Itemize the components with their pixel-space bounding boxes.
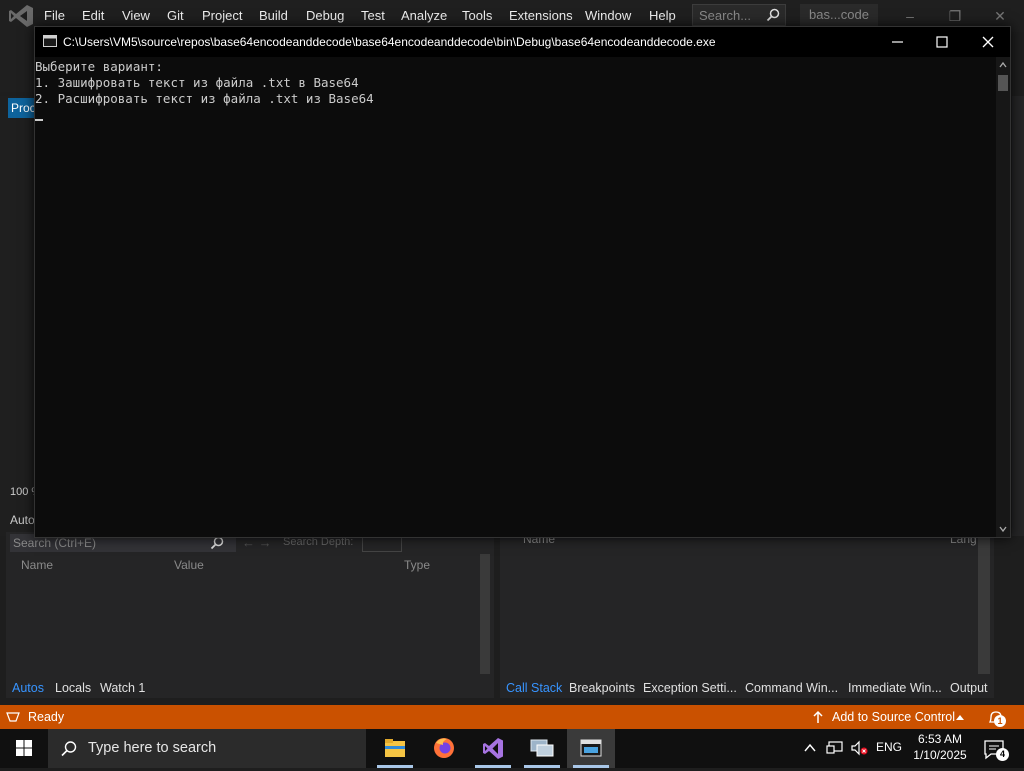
network-icon[interactable] (826, 740, 844, 756)
tab-output[interactable]: Output (950, 681, 988, 695)
vs-restore-icon[interactable]: ❐ (945, 6, 965, 26)
tab-project[interactable]: Proc (8, 98, 36, 118)
menu-edit[interactable]: Edit (82, 8, 104, 23)
tab-immediate-window[interactable]: Immediate Win... (848, 681, 942, 695)
menu-debug[interactable]: Debug (306, 8, 344, 23)
menu-build[interactable]: Build (259, 8, 288, 23)
console-line: Выберите вариант: (35, 59, 163, 74)
console-cursor (35, 119, 43, 121)
autos-title-fragment: Auto (10, 513, 35, 527)
column-name[interactable]: Name (21, 558, 53, 572)
search-icon (61, 741, 77, 757)
taskbar-search-box[interactable]: Type here to search (48, 729, 366, 768)
maximize-icon[interactable] (927, 32, 957, 52)
search-icon (766, 8, 780, 22)
console-title: C:\Users\VM5\source\repos\base64encodean… (63, 35, 716, 49)
input-language[interactable]: ENG (876, 740, 902, 754)
menu-analyze[interactable]: Analyze (401, 8, 447, 23)
output-window-icon[interactable] (6, 711, 20, 723)
autos-scrollbar[interactable] (480, 554, 490, 674)
column-value[interactable]: Value (174, 558, 204, 572)
scroll-down-icon[interactable] (999, 525, 1007, 533)
scroll-thumb[interactable] (998, 75, 1008, 91)
console-line: 1. Зашифровать текст из файла .txt в Bas… (35, 75, 359, 90)
vs-search-box[interactable]: Search... (692, 4, 786, 26)
clock[interactable]: 6:53 AM 1/10/2025 (905, 731, 975, 763)
add-to-source-control-button[interactable]: Add to Source Control (832, 710, 955, 724)
column-type[interactable]: Type (404, 558, 430, 572)
menu-extensions[interactable]: Extensions (509, 8, 573, 23)
solution-explorer-fragment (0, 96, 34, 536)
console-app-icon (43, 35, 57, 47)
tab-watch-1[interactable]: Watch 1 (100, 681, 145, 695)
console-output[interactable]: Выберите вариант: 1. Зашифровать текст и… (35, 57, 996, 537)
notification-count-badge: 4 (996, 748, 1009, 761)
menu-git[interactable]: Git (167, 8, 184, 23)
callstack-pane: Name Lang (500, 532, 994, 698)
windows-taskbar: Type here to search ENG 6:53 AM 1/10/202… (0, 729, 1024, 768)
notification-badge: 1 (994, 715, 1006, 727)
menu-view[interactable]: View (122, 8, 150, 23)
tab-exception-settings[interactable]: Exception Setti... (643, 681, 737, 695)
scroll-up-icon[interactable] (999, 61, 1007, 69)
volume-muted-icon[interactable] (850, 740, 868, 756)
right-panel-fragment (1012, 96, 1024, 536)
callstack-scrollbar[interactable] (978, 538, 990, 674)
tab-autos[interactable]: Autos (12, 681, 44, 695)
tab-locals[interactable]: Locals (55, 681, 91, 695)
search-depth-select[interactable] (362, 536, 402, 552)
status-text: Ready (28, 710, 65, 724)
menu-help[interactable]: Help (649, 8, 676, 23)
file-explorer-icon[interactable] (371, 729, 419, 768)
vs-search-placeholder: Search... (699, 8, 752, 23)
tab-breakpoints[interactable]: Breakpoints (569, 681, 635, 695)
network-app-icon[interactable] (518, 729, 566, 768)
search-icon[interactable] (210, 536, 224, 550)
arrow-up-icon (813, 710, 823, 723)
console-line: 2. Расшифровать текст из файла .txt из B… (35, 91, 374, 106)
vs-minimize-icon[interactable]: – (900, 6, 920, 26)
visual-studio-icon[interactable] (469, 729, 517, 768)
clock-time: 6:53 AM (917, 732, 963, 746)
menu-project[interactable]: Project (202, 8, 242, 23)
vs-close-icon[interactable]: ✕ (990, 6, 1010, 26)
tab-call-stack[interactable]: Call Stack (506, 681, 562, 695)
autos-search-placeholder: Search (Ctrl+E) (13, 536, 97, 550)
minimize-icon[interactable] (882, 32, 912, 52)
firefox-icon[interactable] (420, 729, 468, 768)
caret-up-icon[interactable] (956, 714, 964, 720)
console-titlebar[interactable]: C:\Users\VM5\source\repos\base64encodean… (35, 27, 1010, 57)
close-icon[interactable] (973, 32, 1003, 52)
status-bar: Ready Add to Source Control 1 (0, 705, 1024, 729)
console-app-icon[interactable] (567, 729, 615, 768)
autos-pane: Search (Ctrl+E) ← → Search Depth: Name V… (6, 532, 494, 698)
menu-tools[interactable]: Tools (462, 8, 492, 23)
solution-name[interactable]: bas...code (800, 4, 878, 26)
windows-start-icon[interactable] (0, 729, 48, 768)
console-scrollbar[interactable] (996, 57, 1010, 537)
menu-window[interactable]: Window (585, 8, 631, 23)
chevron-up-icon[interactable] (803, 741, 817, 755)
taskbar-search-placeholder: Type here to search (88, 740, 217, 756)
tab-command-window[interactable]: Command Win... (745, 681, 838, 695)
visual-studio-logo-icon (9, 5, 33, 27)
menu-file[interactable]: File (44, 8, 65, 23)
clock-date: 1/10/2025 (913, 748, 967, 762)
console-window[interactable]: C:\Users\VM5\source\repos\base64encodean… (34, 26, 1011, 538)
menu-test[interactable]: Test (361, 8, 385, 23)
